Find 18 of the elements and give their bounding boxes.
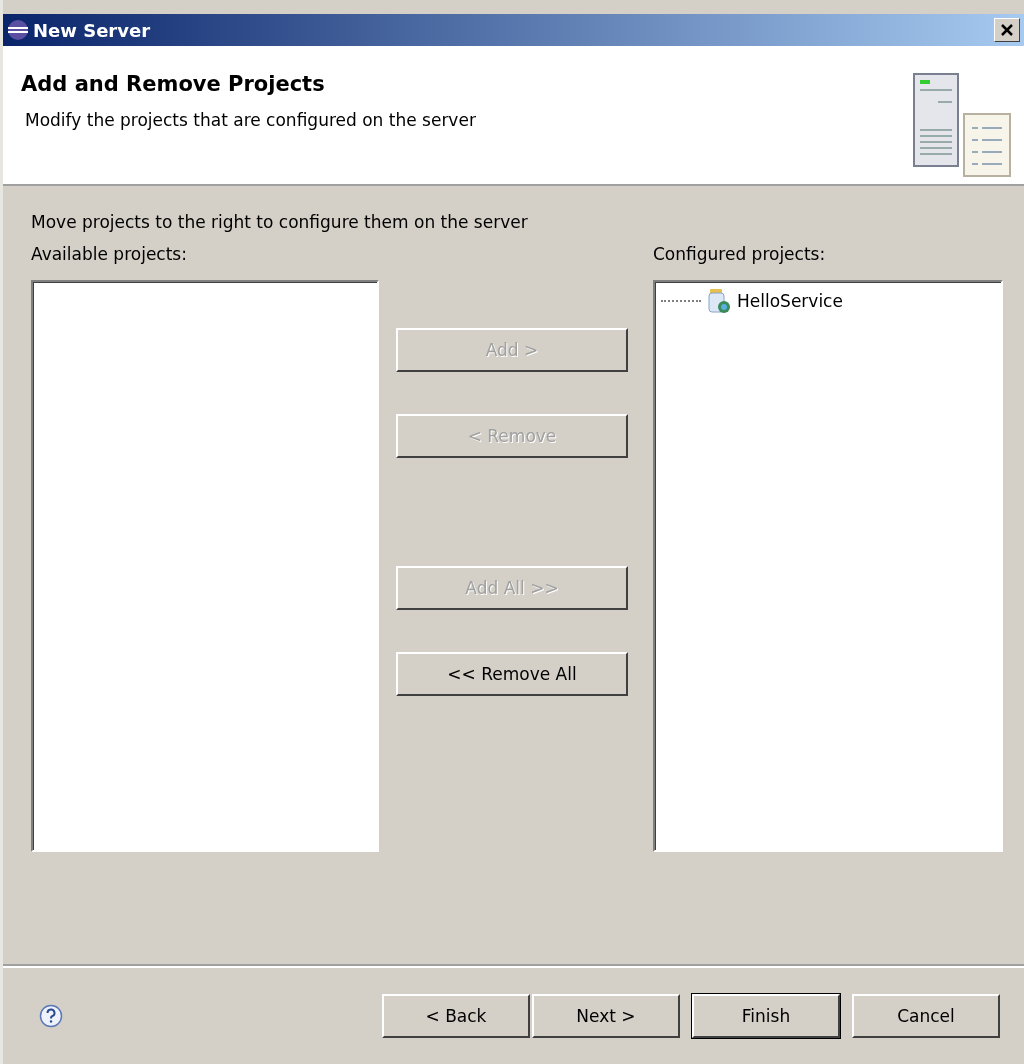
page-description: Modify the projects that are configured on the server [25,110,476,130]
configured-projects-list[interactable]: HelloService [653,280,1003,852]
tree-item[interactable]: HelloService [737,291,843,311]
close-icon [1000,23,1014,37]
tree-line [661,300,701,302]
instruction-text: Move projects to the right to configure them on the server [31,212,529,232]
list-label: Available projects: [31,244,188,266]
list-label: Configured projects: [653,244,827,266]
wizard-button[interactable]: Finish [692,994,840,1038]
window-title: New Server [33,19,151,41]
move-button[interactable]: << Remove All [396,652,628,696]
page-title: Add and Remove Projects [21,72,326,96]
wizard-button[interactable]: < Back [382,994,530,1038]
wizard-button[interactable]: Cancel [852,994,1000,1038]
help-icon[interactable] [39,1004,63,1028]
close-button[interactable] [994,18,1020,42]
wizard-button[interactable]: Next > [532,994,680,1038]
project-icon [707,288,731,314]
